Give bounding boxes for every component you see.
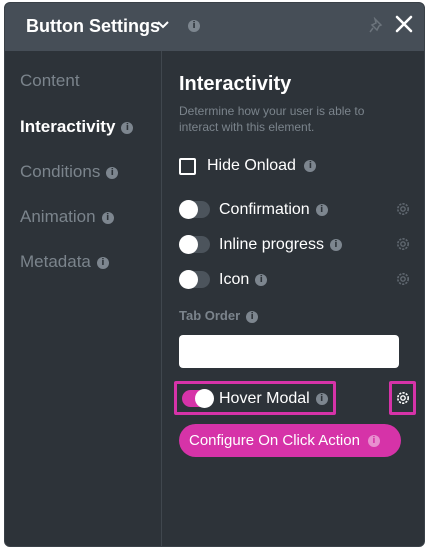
gear-icon[interactable] xyxy=(395,236,411,252)
info-icon[interactable]: i xyxy=(121,122,134,134)
confirmation-toggle[interactable] xyxy=(179,200,210,219)
hide-onload-label: Hide Onload i xyxy=(207,157,317,175)
inline-progress-toggle[interactable] xyxy=(179,235,210,254)
info-icon[interactable]: i xyxy=(329,239,342,251)
info-icon[interactable]: i xyxy=(246,311,259,323)
sidebar-item-animation[interactable]: Animation i xyxy=(20,207,114,227)
sidebar-divider xyxy=(161,51,162,546)
icon-toggle[interactable] xyxy=(179,270,210,289)
gear-icon[interactable] xyxy=(395,201,411,217)
info-icon[interactable]: i xyxy=(101,212,114,224)
sidebar-item-label: Animation xyxy=(20,207,96,226)
sidebar-item-label: Conditions xyxy=(20,162,101,181)
tab-order-label: Tab Order i xyxy=(179,308,259,323)
icon-label: Icon i xyxy=(219,271,268,289)
inline-progress-label: Inline progress i xyxy=(219,236,342,254)
pin-icon[interactable] xyxy=(369,17,385,35)
sidebar-item-label: Interactivity xyxy=(20,117,116,136)
info-icon[interactable]: i xyxy=(304,160,317,172)
hover-modal-label: Hover Modal i xyxy=(219,390,328,408)
info-icon[interactable]: i xyxy=(96,257,109,269)
info-icon[interactable]: i xyxy=(188,20,200,32)
chevron-down-icon[interactable] xyxy=(157,20,169,30)
section-title: Interactivity xyxy=(179,73,292,95)
panel-header: Button Settings i xyxy=(5,3,424,51)
confirmation-label: Confirmation i xyxy=(219,201,328,219)
info-icon[interactable]: i xyxy=(315,393,328,405)
confirmation-row: Confirmation i xyxy=(179,199,415,221)
close-icon[interactable] xyxy=(395,15,413,33)
gear-icon[interactable] xyxy=(395,390,411,406)
sidebar-item-label: Metadata xyxy=(20,252,91,271)
hover-modal-toggle[interactable] xyxy=(182,389,214,408)
sidebar-item-content[interactable]: Content xyxy=(20,71,80,91)
info-icon[interactable]: i xyxy=(255,274,268,286)
inline-progress-row: Inline progress i xyxy=(179,234,415,256)
info-icon[interactable]: i xyxy=(367,435,380,447)
sidebar-item-metadata[interactable]: Metadata i xyxy=(20,252,109,272)
configure-on-click-action-button[interactable]: Configure On Click Action i xyxy=(179,424,401,457)
hide-onload-checkbox[interactable] xyxy=(179,158,196,175)
hover-modal-row: Hover Modal i xyxy=(179,388,415,410)
info-icon[interactable]: i xyxy=(315,204,328,216)
icon-row: Icon i xyxy=(179,269,415,291)
info-icon[interactable]: i xyxy=(106,167,119,179)
sidebar-item-interactivity[interactable]: Interactivity i xyxy=(20,117,134,137)
sidebar-item-label: Content xyxy=(20,71,80,90)
button-settings-panel: Button Settings i Content Interactivity i… xyxy=(4,2,425,547)
section-description: Determine how your user is able to inter… xyxy=(179,104,365,134)
panel-title[interactable]: Button Settings xyxy=(26,16,160,37)
sidebar-item-conditions[interactable]: Conditions i xyxy=(20,162,119,182)
gear-icon[interactable] xyxy=(395,271,411,287)
tab-order-input[interactable] xyxy=(179,335,399,368)
